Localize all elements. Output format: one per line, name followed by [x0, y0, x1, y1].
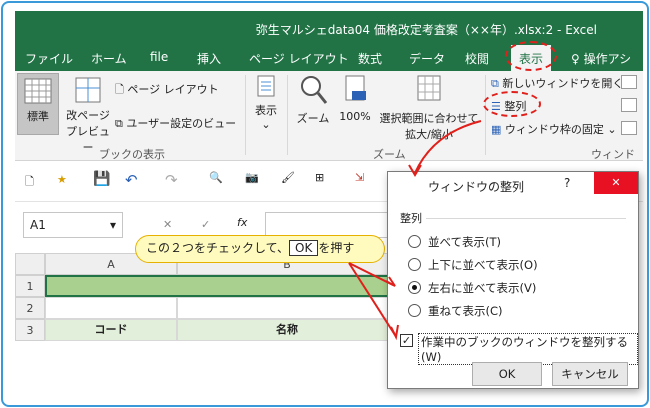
annotation-arrows [348, 120, 482, 341]
screenshot-frame: 弥生マルシェdata04 価格改定考査案（××年）.xlsx:2 - Excel… [1, 1, 649, 407]
